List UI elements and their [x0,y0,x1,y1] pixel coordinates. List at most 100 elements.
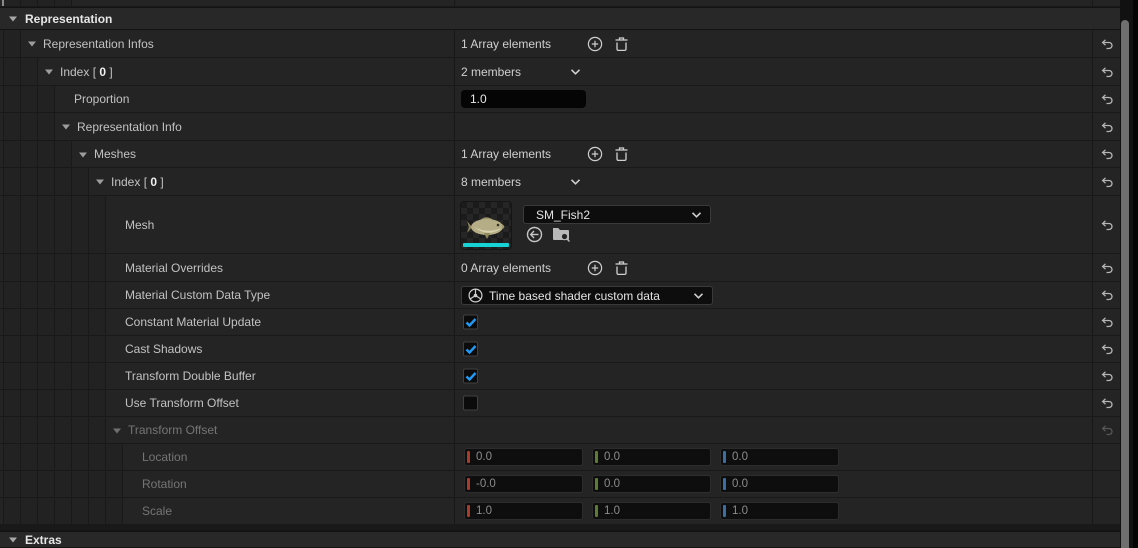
expander-icon[interactable] [8,14,18,23]
use-selected-asset-icon[interactable] [526,226,543,243]
mesh-asset-dropdown[interactable]: SM_Fish2 [523,205,711,224]
scrollbar-track[interactable] [1120,0,1138,548]
focus-indicator [2,0,4,6]
rotation-x-input[interactable]: -0.0 [464,475,583,493]
location-z-input[interactable]: 0.0 [720,448,839,466]
indent-guides [3,282,106,308]
chevron-down-icon [693,292,704,299]
x-axis-color-bar [467,505,470,517]
row-use-transform-offset: Use Transform Offset [0,390,1120,417]
rotation-z-input[interactable]: 0.0 [720,475,839,493]
reset-to-default-button[interactable] [1100,66,1114,78]
row-representation-info: Representation Info [0,113,1120,141]
row-material-custom-data-type: Material Custom Data Type Time based sha… [0,282,1120,309]
row-rotation: Rotation -0.0 0.0 0.0 [0,471,1120,498]
details-panel: Representation Representation Infos 1 Ar… [0,0,1138,548]
property-label: Representation Infos [43,37,154,51]
reset-to-default-button[interactable] [1100,343,1114,355]
row-index-0: Index [ 0 ] 2 members [0,58,1120,86]
row-constant-material-update: Constant Material Update [0,309,1120,336]
delete-array-icon[interactable] [614,36,629,52]
scale-y-input[interactable]: 1.0 [592,502,711,520]
property-label: Use Transform Offset [125,396,239,410]
z-axis-color-bar [723,505,726,517]
members-count: 2 members [461,65,521,79]
property-label: Scale [142,504,172,518]
location-x-input[interactable]: 0.0 [464,448,583,466]
reset-to-default-button[interactable] [1100,121,1114,133]
expander-icon[interactable] [61,122,71,131]
row-representation-infos: Representation Infos 1 Array elements [0,30,1120,58]
chevron-down-icon [691,211,702,218]
reset-to-default-button[interactable] [1100,93,1114,105]
category-representation[interactable]: Representation [0,7,1120,30]
category-title: Representation [25,12,112,26]
x-axis-color-bar [467,478,470,490]
reset-to-default-button[interactable] [1100,397,1114,409]
reset-to-default-button[interactable] [1100,289,1114,301]
row-scale: Scale 1.0 1.0 1.0 [0,498,1120,525]
reset-to-default-button[interactable] [1100,176,1114,188]
transform-double-buffer-checkbox[interactable] [463,369,478,384]
category-title: Extras [25,533,62,547]
row-cast-shadows: Cast Shadows [0,336,1120,363]
constant-material-update-checkbox[interactable] [463,315,478,330]
indent-guides [3,309,106,335]
browse-to-asset-icon[interactable] [552,226,571,243]
add-element-icon[interactable] [587,146,603,162]
expander-icon[interactable] [78,150,88,159]
enum-class-icon [468,288,483,303]
index-label: Index [ 0 ] [60,65,113,79]
indent-guides [3,444,123,470]
expander-icon[interactable] [8,535,18,544]
cast-shadows-checkbox[interactable] [463,342,478,357]
property-label: Meshes [94,147,136,161]
delete-array-icon[interactable] [614,260,629,276]
expander-icon[interactable] [112,426,122,435]
custom-data-type-dropdown[interactable]: Time based shader custom data [461,286,713,305]
chevron-down-icon[interactable] [570,178,581,185]
add-element-icon[interactable] [587,36,603,52]
location-y-input[interactable]: 0.0 [592,448,711,466]
reset-to-default-button [1100,424,1114,436]
reset-to-default-button[interactable] [1100,148,1114,160]
expander-icon[interactable] [95,177,105,186]
y-axis-color-bar [595,478,598,490]
property-label: Mesh [125,218,154,232]
proportion-input[interactable] [461,90,586,108]
scale-x-input[interactable]: 1.0 [464,502,583,520]
z-axis-color-bar [723,451,726,463]
reset-to-default-button[interactable] [1100,219,1114,231]
property-label: Transform Offset [128,423,217,437]
rotation-y-input[interactable]: 0.0 [592,475,711,493]
add-element-icon[interactable] [587,260,603,276]
delete-array-icon[interactable] [614,146,629,162]
reset-to-default-button[interactable] [1100,262,1114,274]
z-axis-color-bar [723,478,726,490]
partial-row-top [0,0,1120,7]
chevron-down-icon[interactable] [570,68,581,75]
scale-z-input[interactable]: 1.0 [720,502,839,520]
expander-icon[interactable] [44,67,54,76]
property-label: Transform Double Buffer [125,369,256,383]
indent-guides [3,0,72,6]
asset-thumbnail[interactable] [460,201,512,250]
reset-to-default-button[interactable] [1100,316,1114,328]
category-extras[interactable]: Extras [0,531,1120,548]
property-label: Representation Info [77,120,182,134]
indent-guides [3,58,38,85]
reset-to-default-button[interactable] [1100,370,1114,382]
row-location: Location 0.0 0.0 0.0 [0,444,1120,471]
indent-guides [3,390,106,416]
indent-guides [3,254,106,281]
indent-guides [3,498,123,524]
expander-icon[interactable] [27,39,37,48]
use-transform-offset-checkbox[interactable] [463,396,478,411]
indent-guides [3,168,89,195]
scrollbar-thumb[interactable] [1121,20,1129,548]
reset-to-default-button[interactable] [1100,38,1114,50]
asset-type-color-bar [463,243,509,247]
index-label: Index [ 0 ] [111,175,164,189]
selected-enum-value: Time based shader custom data [489,289,660,303]
selected-asset-name: SM_Fish2 [536,208,590,222]
